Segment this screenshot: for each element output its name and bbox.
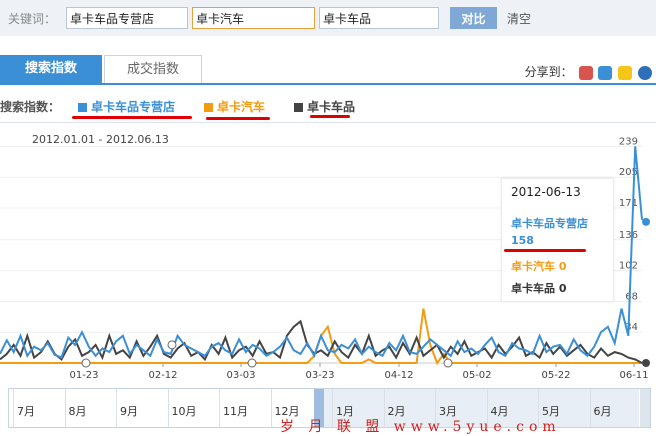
x-tick-label: 01-23 — [69, 370, 98, 381]
tooltip-series-3: 卓卡车品 0 — [511, 282, 567, 295]
watermark: 岁 月 联 盟 www.5yue.com — [280, 419, 561, 435]
chart-date-range: 2012.01.01 - 2012.06.13 — [32, 133, 169, 146]
event-marker — [247, 358, 257, 368]
index-tabs: 搜索指数 成交指数 分享到： — [0, 55, 656, 85]
highlight-point — [642, 217, 650, 226]
search-bar: 关键词： 对比 清空 — [0, 0, 656, 36]
legend-item-series-2[interactable]: 卓卡汽车 — [204, 98, 265, 115]
y-tick-label: 68 — [625, 291, 638, 302]
red-underline-mark — [504, 249, 586, 252]
legend-swatch — [294, 103, 303, 112]
y-tick-label: 171 — [619, 198, 638, 209]
x-tick-label: 03-23 — [305, 370, 334, 381]
legend-label: 卓卡车品专营店 — [91, 100, 176, 114]
legend-item-series-3[interactable]: 卓卡车品 — [294, 98, 355, 115]
event-marker — [443, 358, 453, 368]
legend-swatch — [78, 103, 87, 112]
navigator-tick — [13, 389, 14, 427]
tooltip-series-1-value: 158 — [511, 234, 534, 247]
x-tick-label: 04-12 — [384, 370, 413, 381]
share-bar: 分享到： — [525, 63, 652, 80]
navigator-month-label: 8月 — [68, 405, 87, 418]
navigator-month-label: 10月 — [171, 405, 197, 418]
star-share-icon[interactable] — [618, 65, 633, 80]
navigator-tick — [116, 389, 117, 427]
navigator-tick — [219, 389, 220, 427]
red-underline-mark — [310, 115, 350, 118]
keyword-input-2[interactable] — [192, 7, 315, 29]
x-tick-label: 06-11 — [619, 370, 648, 381]
navigator-tick — [589, 389, 591, 427]
legend-swatch — [204, 103, 213, 112]
tooltip-date: 2012-06-13 — [511, 185, 581, 199]
legend-label: 卓卡汽车 — [217, 100, 266, 114]
x-tick-label: 03-03 — [226, 370, 255, 381]
navigator-tick — [270, 389, 272, 427]
y-tick-label: 102 — [619, 261, 638, 272]
keyword-label: 关键词： — [8, 12, 57, 26]
series-line-3 — [0, 319, 643, 364]
keyword-input-1[interactable] — [66, 7, 188, 29]
legend-label: 卓卡车品 — [307, 100, 356, 114]
qzone-share-icon[interactable] — [598, 65, 613, 80]
navigator-right-handle[interactable] — [640, 389, 650, 427]
navigator-tick — [167, 389, 169, 427]
compare-button[interactable]: 对比 — [450, 7, 497, 29]
navigator-month-label: 9月 — [120, 405, 138, 418]
event-marker — [167, 340, 177, 350]
chart-tooltip: 2012-06-13 卓卡车品专营店 158 卓卡汽车 0 卓卡车品 0 — [501, 178, 614, 302]
y-tick-label: 239 — [619, 136, 638, 147]
keyword-input-3[interactable] — [319, 7, 439, 29]
event-marker — [81, 358, 91, 368]
x-tick-label: 05-02 — [462, 370, 491, 381]
share-label: 分享到： — [524, 65, 573, 79]
x-tick-label: 05-22 — [541, 370, 570, 381]
red-underline-mark — [206, 117, 270, 120]
legend-item-series-1[interactable]: 卓卡车品专营店 — [78, 98, 175, 115]
navigator-month-label: 7月 — [17, 405, 35, 418]
clear-button[interactable]: 清空 — [507, 10, 531, 27]
tooltip-series-2: 卓卡汽车 0 — [511, 260, 567, 273]
highlight-point — [642, 359, 650, 367]
chart-legend: 搜索指数： 卓卡车品专营店 卓卡汽车 卓卡车品 — [0, 98, 656, 120]
weibo-share-icon[interactable] — [578, 65, 593, 80]
x-tick-label: 02-12 — [148, 370, 177, 381]
renren-share-icon[interactable] — [638, 65, 652, 80]
tooltip-series-1-name: 卓卡车品专营店 — [511, 217, 588, 230]
y-tick-label: 136 — [619, 230, 638, 241]
tab-search-index[interactable]: 搜索指数 — [0, 55, 102, 83]
navigator-month-label: 6月 — [593, 405, 612, 418]
navigator-month-label: 11月 — [223, 405, 248, 418]
tab-deal-index[interactable]: 成交指数 — [104, 55, 202, 83]
navigator-tick — [64, 389, 66, 427]
legend-title: 搜索指数： — [0, 100, 61, 114]
red-underline-mark — [72, 116, 192, 119]
